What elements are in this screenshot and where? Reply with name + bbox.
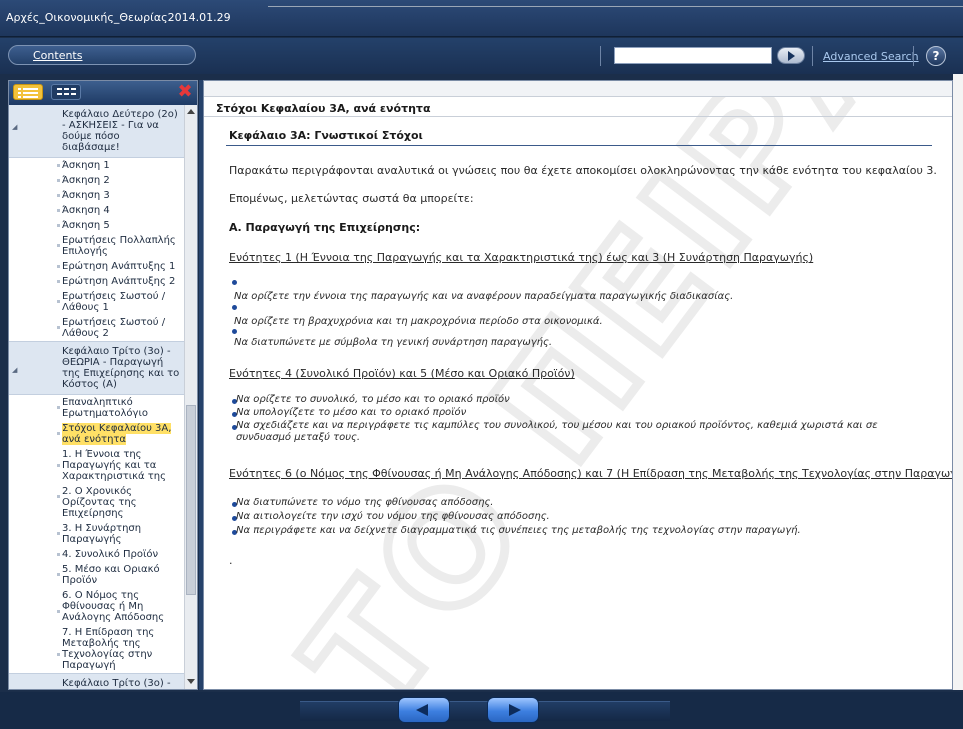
advanced-search-link[interactable]: Advanced Search	[823, 50, 919, 63]
tree-item[interactable]: 7. Η Επίδραση της Μεταβολής της Τεχνολογ…	[9, 625, 184, 673]
tree-item[interactable]: 4. Συνολικό Προϊόν	[9, 547, 184, 562]
grid-view-tab[interactable]	[51, 84, 81, 100]
title-divider	[268, 6, 963, 7]
list-item-continuation: συνδυασμό μεταξύ τους.	[236, 432, 361, 443]
tree-item[interactable]: Άσκηση 2	[9, 173, 184, 188]
search-go-button[interactable]	[777, 47, 805, 64]
next-button[interactable]	[487, 697, 539, 723]
tree-scrollbar[interactable]	[184, 105, 197, 689]
tree-item[interactable]: 2. Ο Χρονικός Ορίζοντας της Επιχείρησης	[9, 484, 184, 521]
tree-item[interactable]: 5. Μέσο και Οριακό Προϊόν	[9, 562, 184, 588]
tree-chapter-label: Κεφάλαιο Τρίτο (3ο) -	[62, 678, 171, 689]
tree-item-selected[interactable]: Στόχοι Κεφαλαίου 3Α, ανά ενότητα	[9, 421, 184, 447]
list-item: Να αιτιολογείτε την ισχύ του νόμου της φ…	[236, 511, 550, 522]
search-input[interactable]	[614, 47, 772, 64]
contents-panel: ✖ ◢ Κεφάλαιο Δεύτερο (2ο) - ΑΣΚΗΣΕΙΣ - Γ…	[8, 80, 198, 690]
tree-item[interactable]: Άσκηση 4	[9, 203, 184, 218]
tree-chapter[interactable]: ◢ Κεφάλαιο Δεύτερο (2ο) - ΑΣΚΗΣΕΙΣ - Για…	[9, 105, 184, 158]
panel-tab-bar: ✖	[9, 81, 197, 105]
section-heading: Κεφάλαιο 3Α: Γνωστικοί Στόχοι	[229, 129, 423, 142]
intro-text: Παρακάτω περιγράφονται αναλυτικά οι γνώσ…	[229, 164, 937, 177]
toolbar-divider	[600, 46, 601, 66]
tree-item[interactable]: Ερώτηση Ανάπτυξης 2	[9, 274, 184, 289]
scroll-down-icon[interactable]	[187, 679, 195, 684]
tree-item[interactable]: Άσκηση 3	[9, 188, 184, 203]
list-item: Να σχεδιάζετε και να περιγράφετε τις καμ…	[236, 420, 878, 431]
contents-label: Contents	[33, 49, 83, 62]
list-item: Να ορίζετε τη βραχυχρόνια και τη μακροχρ…	[234, 316, 603, 327]
group-title: Ενότητες 6 (ο Νόμος της Φθίνουσας ή Μη Α…	[229, 467, 953, 480]
trailing-text: .	[229, 554, 233, 567]
list-item: Να ορίζετε την έννοια της παραγωγής και …	[234, 291, 734, 302]
play-icon	[788, 51, 795, 61]
tree-item[interactable]: Ερωτήσεις Σωστού / Λάθους 1	[9, 289, 184, 315]
bullet-dot-icon	[232, 280, 237, 285]
tree-chapter[interactable]: Κεφάλαιο Τρίτο (3ο) -	[9, 673, 184, 689]
tree-chapter-label: Κεφάλαιο Τρίτο (3ο) - ΘΕΩΡΙΑ - Παραγωγή …	[62, 346, 180, 390]
group-title: Ενότητες 1 (Η Έννοια της Παραγωγής και τ…	[229, 251, 814, 264]
tree-item[interactable]: Επαναληπτικό Ερωτηματολόγιο	[9, 395, 184, 421]
divider	[204, 116, 952, 117]
scroll-up-icon[interactable]	[187, 109, 195, 114]
close-icon[interactable]: ✖	[177, 83, 193, 101]
list-item: Να υπολογίζετε το μέσο και το οριακό προ…	[236, 407, 467, 418]
tree-item[interactable]: Ερωτήσεις Πολλαπλής Επιλογής	[9, 233, 184, 259]
scroll-thumb[interactable]	[186, 405, 196, 595]
content-header-strip	[204, 81, 952, 97]
collapse-arrow-icon[interactable]: ◢	[12, 365, 17, 376]
navigation-bar	[0, 692, 963, 729]
divider	[226, 145, 932, 146]
contents-button[interactable]: Contents	[8, 45, 196, 65]
part-heading: Α. Παραγωγή της Επιχείρησης:	[229, 221, 421, 234]
previous-button[interactable]	[398, 697, 450, 723]
topic-content: ΤΟ ΠΕΙΡΑΙΩΣ Στόχοι Κεφαλαίου 3Α, ανά ενό…	[203, 80, 953, 690]
tree-item[interactable]: Άσκηση 5	[9, 218, 184, 233]
collapse-arrow-icon[interactable]: ◢	[12, 122, 17, 133]
tree-chapter[interactable]: ◢ Κεφάλαιο Τρίτο (3ο) - ΘΕΩΡΙΑ - Παραγωγ…	[9, 341, 184, 395]
list-item: Να ορίζετε το συνολικό, το μέσο και το ο…	[236, 394, 510, 405]
bullet-dot-icon	[232, 329, 237, 334]
bullet-dot-icon	[232, 305, 237, 310]
toolbar: Contents Advanced Search ?	[0, 38, 963, 74]
tree-chapter-label: Κεφάλαιο Δεύτερο (2ο) - ΑΣΚΗΣΕΙΣ - Για ν…	[62, 109, 178, 153]
window-title: Αρχές_Οικονομικής_Θεωρίας2014.01.29	[6, 11, 231, 24]
tree-item[interactable]: Ερώτηση Ανάπτυξης 1	[9, 259, 184, 274]
list-item: Να διατυπώνετε με σύμβολα τη γενική συνά…	[234, 337, 553, 348]
group-title: Ενότητες 4 (Συνολικό Προϊόν) και 5 (Μέσο…	[229, 367, 575, 380]
tree-item[interactable]: 1. Η Έννοια της Παραγωγής και τα Χαρακτη…	[9, 447, 184, 484]
topic-title: Στόχοι Κεφαλαίου 3Α, ανά ενότητα	[216, 102, 431, 115]
tree-item[interactable]: 6. Ο Νόμος της Φθίνουσας ή Μη Ανάλογης Α…	[9, 588, 184, 625]
arrow-right-icon	[509, 704, 521, 716]
list-view-tab[interactable]	[13, 84, 43, 100]
help-button[interactable]: ?	[926, 46, 946, 66]
list-item: Να διατυπώνετε το νόμο της φθίνουσας από…	[236, 497, 494, 508]
window-edge	[953, 74, 963, 690]
tree-item[interactable]: Ερωτήσεις Σωστού / Λάθους 2	[9, 315, 184, 341]
contents-tree: ◢ Κεφάλαιο Δεύτερο (2ο) - ΑΣΚΗΣΕΙΣ - Για…	[9, 105, 184, 689]
arrow-left-icon	[416, 704, 428, 716]
nav-track	[300, 701, 670, 721]
tree-item[interactable]: 3. Η Συνάρτηση Παραγωγής	[9, 521, 184, 547]
tree-item[interactable]: Άσκηση 1	[9, 158, 184, 173]
lead-text: Επομένως, μελετώντας σωστά θα μπορείτε:	[229, 192, 474, 205]
list-item: Να περιγράφετε και να δείχνετε διαγραμμα…	[236, 525, 801, 536]
toolbar-divider	[913, 46, 914, 66]
toolbar-divider	[812, 46, 813, 66]
